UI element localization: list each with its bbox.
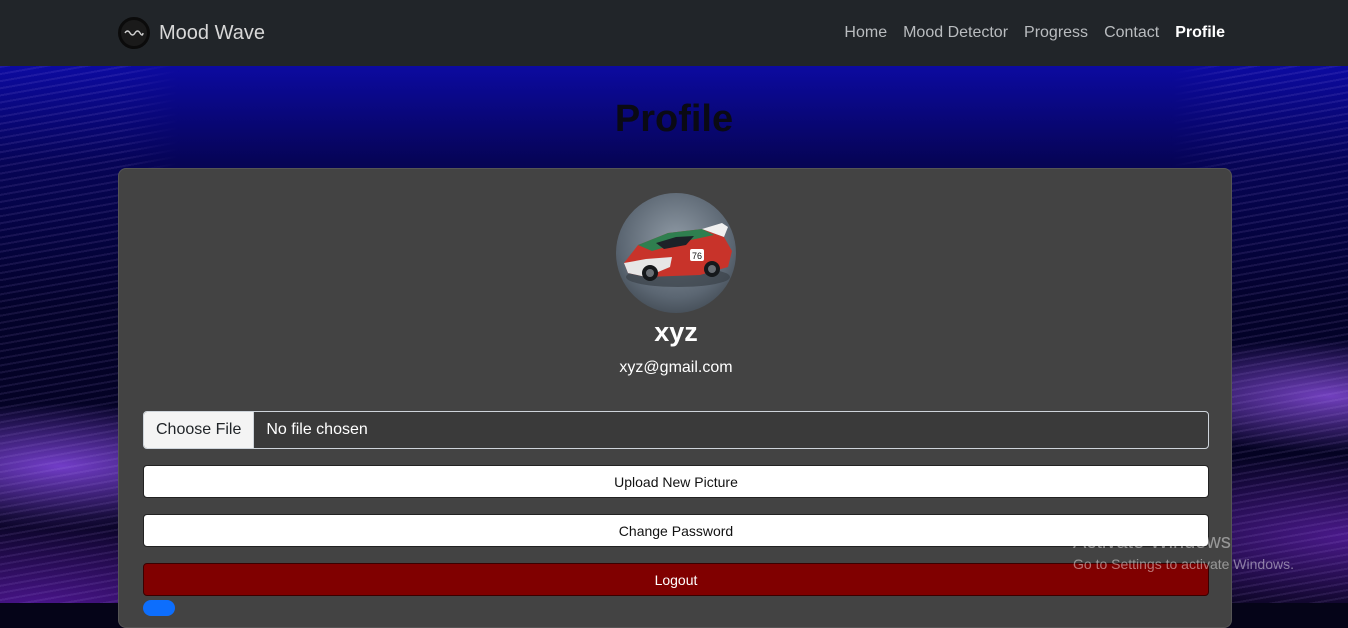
logout-button[interactable]: Logout: [143, 563, 1209, 596]
brand-name: Mood Wave: [159, 21, 265, 44]
nav-link-progress[interactable]: Progress: [1024, 22, 1088, 44]
watermark-title: Activate Windows: [1073, 531, 1231, 553]
nav-link-mood-detector[interactable]: Mood Detector: [903, 22, 1008, 44]
brand-link[interactable]: Mood Wave: [118, 14, 265, 52]
nav-links: Home Mood Detector Progress Contact Prof…: [844, 22, 1225, 44]
windows-activation-watermark: Activate Windows Go to Settings to activ…: [1073, 530, 1294, 574]
profile-username: xyz: [654, 317, 698, 347]
choose-file-button[interactable]: Choose File: [144, 412, 255, 448]
upload-new-picture-button[interactable]: Upload New Picture: [143, 465, 1209, 498]
profile-card: 76 xyz xyz@gmail.com Choose File No file…: [118, 168, 1232, 628]
profile-email: xyz@gmail.com: [619, 359, 733, 376]
nav-link-profile[interactable]: Profile: [1175, 22, 1225, 44]
avatar: 76: [616, 193, 736, 313]
theme-toggle-switch[interactable]: [143, 600, 175, 616]
change-password-button[interactable]: Change Password: [143, 514, 1209, 547]
watermark-subtitle: Go to Settings to activate Windows.: [1073, 556, 1294, 572]
nav-link-contact[interactable]: Contact: [1104, 22, 1159, 44]
race-car-photo-icon: 76: [624, 223, 732, 287]
navbar: Mood Wave Home Mood Detector Progress Co…: [0, 0, 1348, 66]
profile-picture-file-input[interactable]: Choose File No file chosen: [143, 411, 1209, 449]
wave-logo-icon: [118, 17, 150, 49]
file-status-text: No file chosen: [266, 421, 368, 438]
page-title: Profile: [614, 98, 734, 140]
nav-link-home[interactable]: Home: [844, 22, 887, 44]
svg-text:76: 76: [692, 251, 702, 261]
